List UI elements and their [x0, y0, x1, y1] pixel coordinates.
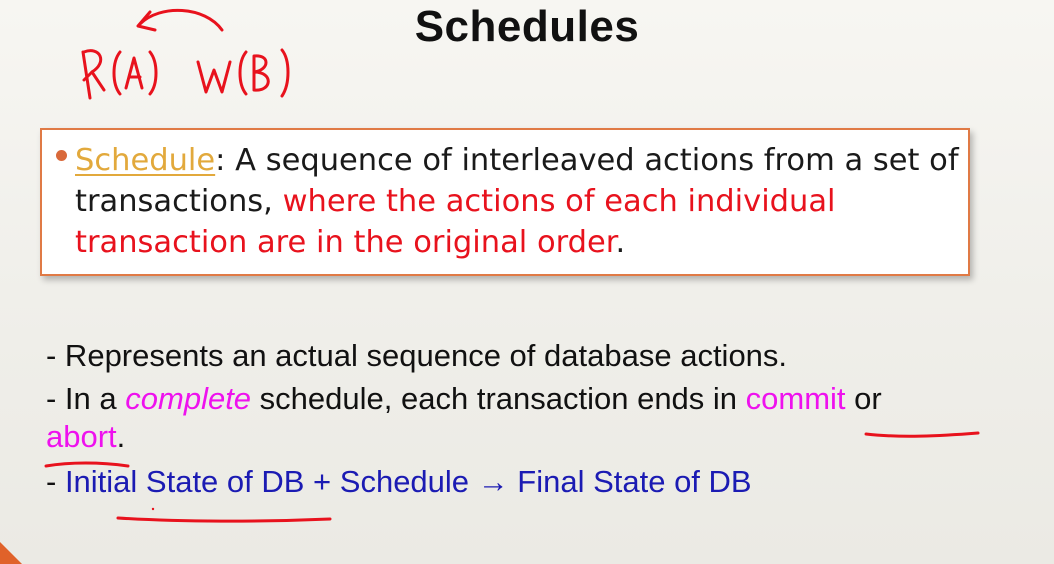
point-represents-text: - Represents an actual sequence of datab… [46, 338, 788, 373]
point-complete-mid: schedule, each transaction ends in [251, 381, 746, 416]
definition-end: . [615, 225, 626, 260]
ink-underline-initial-state [116, 516, 332, 523]
point-complete-prefix: - In a [46, 381, 126, 416]
point-abort-word: abort [46, 419, 117, 454]
slide-corner-accent [0, 542, 22, 564]
point-state-transition: - Initial State of DB + Schedule → Final… [46, 464, 1036, 509]
point-commit-word: commit [745, 381, 846, 416]
point-or-word: or [845, 381, 882, 416]
bullet-dot [56, 150, 67, 161]
point-represents: - Represents an actual sequence of datab… [46, 338, 1036, 381]
point-complete-schedule: - In a complete schedule, each transacti… [46, 381, 1036, 419]
definition-box: Schedule: A sequence of interleaved acti… [40, 128, 970, 276]
definition-text: Schedule: A sequence of interleaved acti… [75, 140, 965, 263]
point-complete-italic: complete [125, 381, 252, 416]
point-abort-end: . [116, 419, 126, 454]
slide-title: Schedules [414, 2, 640, 51]
definition-separator: : [215, 143, 236, 178]
ink-letter-b [238, 48, 290, 98]
ink-letter-w [196, 60, 232, 94]
point-abort-line: abort. [46, 419, 1036, 464]
points-list: - Represents an actual sequence of datab… [46, 338, 1036, 509]
point-state-text: Initial State of DB + Schedule → Final S… [64, 464, 752, 499]
ink-letter-r [81, 49, 106, 100]
ink-letter-a [112, 50, 158, 96]
point-state-dash: - [46, 464, 65, 499]
definition-term: Schedule [75, 143, 216, 178]
